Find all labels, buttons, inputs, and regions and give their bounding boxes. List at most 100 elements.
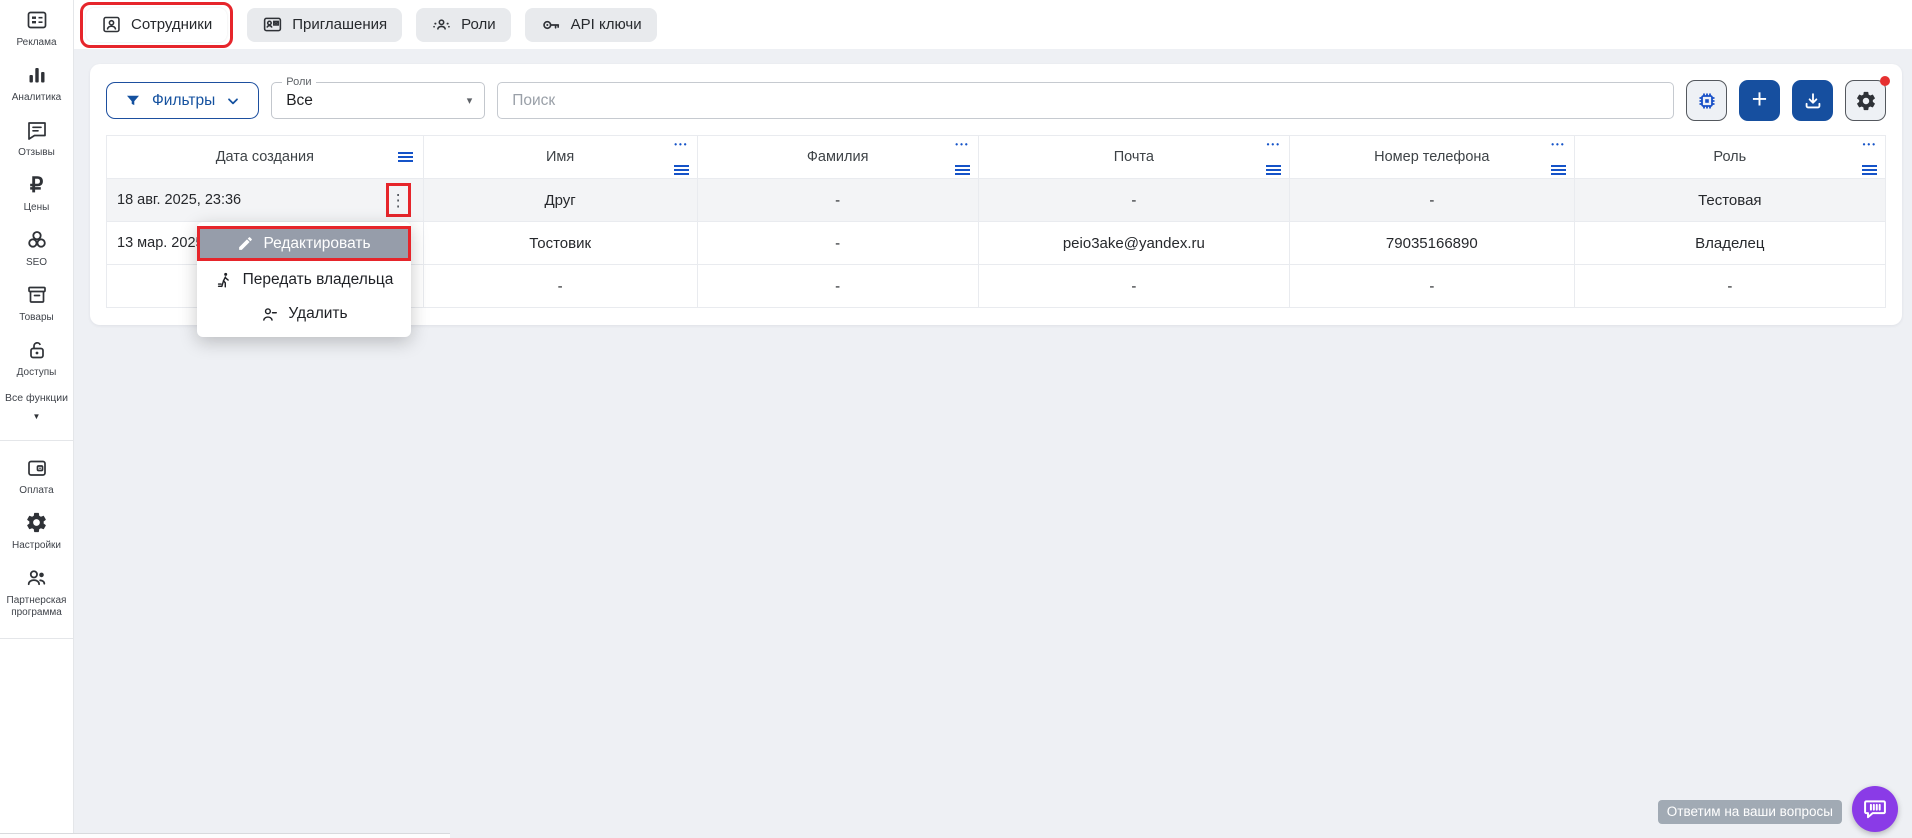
row-kebab-menu-icon[interactable]: ⋮ [390,192,407,209]
tab-api-keys[interactable]: API ключи [525,8,657,42]
sidebar-item-prices[interactable]: ₽ Цены [0,172,73,214]
annotation-box-edit-item: Редактировать [197,226,411,261]
column-header-email[interactable]: Почта ••• [978,136,1289,179]
plus-icon: + [1752,86,1768,113]
column-menu-icon[interactable] [955,165,970,167]
funnel-icon [124,92,142,110]
download-button[interactable] [1792,80,1833,121]
sidebar-item-access[interactable]: Доступы [0,337,73,379]
sidebar-item-products[interactable]: Товары [0,282,73,324]
chip-button[interactable] [1686,80,1727,121]
tab-label: API ключи [571,16,642,33]
column-header-last-name[interactable]: Фамилия ••• [697,136,978,179]
cell-last-name: - [697,265,978,308]
column-menu-icon[interactable] [674,165,689,167]
tab-label: Сотрудники [131,16,212,33]
sidebar-divider [0,440,73,441]
transfer-owner-icon [215,271,234,290]
menu-item-delete[interactable]: Удалить [197,297,411,331]
table-row[interactable]: 18 авг. 2025, 23:36 ⋮ Друг - - - Тестова… [107,179,1886,222]
row-context-menu: Редактировать Передать владельца Удалить [197,222,411,337]
chip-icon [1695,89,1719,113]
table-header-row: Дата создания Имя ••• Фамилия ••• Почта … [107,136,1886,179]
cell-phone: - [1290,265,1575,308]
menu-item-edit[interactable]: Редактировать [200,229,408,258]
top-tab-bar: Сотрудники Приглашения Роли [74,0,1912,49]
invitation-card-icon [262,14,283,35]
cell-last-name: - [697,222,978,265]
chevron-down-icon: ▼ [33,412,41,421]
sidebar-item-partner-program[interactable]: Партнерская программа [0,565,73,619]
sidebar-item-all-functions[interactable]: Все функции ▼ [0,392,73,421]
settings-button[interactable] [1845,80,1886,121]
tab-label: Приглашения [292,16,387,33]
cell-first-name: Тостовик [423,222,697,265]
sidebar-item-ads[interactable]: Реклама [0,7,73,49]
sidebar-label: Настройки [10,540,63,552]
sidebar-item-seo[interactable]: SEO [0,227,73,269]
access-icon [24,337,50,363]
wallet-icon [24,455,50,481]
prices-icon: ₽ [24,172,50,198]
chevron-down-icon [225,93,241,109]
role-select[interactable]: Роли Все ▾ [271,82,485,119]
cell-email: peio3ake@yandex.ru [978,222,1289,265]
key-icon [540,14,562,36]
cell-phone: - [1290,179,1575,222]
sidebar-item-analytics[interactable]: Аналитика [0,62,73,104]
sidebar: Реклама Аналитика Отзывы ₽ Цены [0,0,74,833]
menu-item-transfer-owner[interactable]: Передать владельца [197,263,411,297]
cell-phone: 79035166890 [1290,222,1575,265]
column-more-icon[interactable]: ••• [1267,140,1281,149]
cell-last-name: - [697,179,978,222]
tab-roles[interactable]: Роли [416,8,511,42]
column-header-first-name[interactable]: Имя ••• [423,136,697,179]
tab-label: Роли [461,16,496,33]
download-icon [1802,90,1824,112]
cell-role: Тестовая [1574,179,1885,222]
annotation-box-row-menu: ⋮ [386,183,411,217]
gear-icon [24,510,50,536]
filters-button[interactable]: Фильтры [106,82,259,119]
column-menu-icon[interactable] [1862,165,1877,167]
search-input[interactable] [497,82,1674,119]
cell-created-date: 18 авг. 2025, 23:36 ⋮ [107,179,424,222]
chat-button[interactable] [1852,786,1898,832]
cell-role: Владелец [1574,222,1885,265]
column-more-icon[interactable]: ••• [955,140,969,149]
column-header-phone[interactable]: Номер телефона ••• [1290,136,1575,179]
column-more-icon[interactable]: ••• [1551,140,1565,149]
cell-first-name: Друг [423,179,697,222]
pencil-icon [237,235,254,252]
menu-item-label: Удалить [288,305,347,323]
reviews-icon [24,117,50,143]
sidebar-label: Оплата [17,485,55,497]
tab-invitations[interactable]: Приглашения [247,8,402,42]
sidebar-label: Доступы [15,367,59,379]
annotation-box-active-tab: Сотрудники [80,2,233,48]
sidebar-label: Партнерская программа [0,595,73,619]
column-menu-icon[interactable] [1551,165,1566,167]
chat-bubble-icon [1861,795,1889,823]
sidebar-item-settings[interactable]: Настройки [0,510,73,552]
sidebar-label: Все функции [3,392,70,405]
column-menu-icon[interactable] [1266,165,1281,167]
add-button[interactable]: + [1739,80,1780,121]
toolbar: Фильтры Роли Все ▾ + [106,82,1886,119]
tab-employees[interactable]: Сотрудники [86,8,227,42]
column-more-icon[interactable]: ••• [1863,140,1877,149]
filters-button-label: Фильтры [152,92,215,110]
column-header-role[interactable]: Роль ••• [1574,136,1885,179]
cell-first-name: - [423,265,697,308]
column-menu-icon[interactable] [398,152,413,154]
roles-people-icon [431,14,452,35]
gear-icon [1855,90,1877,112]
cell-email: - [978,179,1289,222]
sidebar-label: Отзывы [16,147,57,159]
column-more-icon[interactable]: ••• [674,140,688,149]
products-icon [24,282,50,308]
sidebar-label: Аналитика [10,92,64,104]
sidebar-item-payment[interactable]: Оплата [0,455,73,497]
sidebar-item-reviews[interactable]: Отзывы [0,117,73,159]
column-header-created-date[interactable]: Дата создания [107,136,424,179]
